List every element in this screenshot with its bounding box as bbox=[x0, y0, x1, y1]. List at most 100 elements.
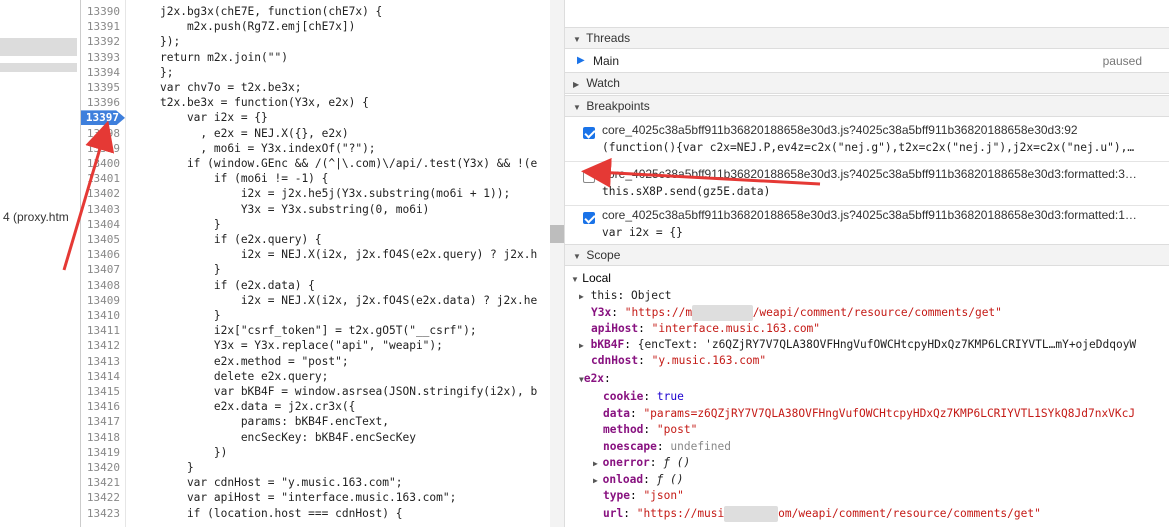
line-number[interactable]: 13404 bbox=[81, 217, 126, 232]
line-number[interactable]: 13409 bbox=[81, 293, 126, 308]
line-number[interactable]: 13421 bbox=[81, 475, 126, 490]
line-number[interactable]: 13407 bbox=[81, 262, 126, 277]
scope-section-header[interactable]: ▼ Scope bbox=[565, 244, 1169, 266]
scope-e2x-prop-type[interactable]: type: "json" bbox=[603, 488, 1163, 504]
line-number[interactable]: 13398 bbox=[81, 126, 126, 141]
line-number[interactable]: 13419 bbox=[81, 445, 126, 460]
code-line[interactable]: params: bKB4F.encText, bbox=[160, 414, 389, 429]
file-list-item-highlight[interactable] bbox=[0, 38, 77, 56]
scope-var-apihost[interactable]: apiHost: "interface.music.163.com" bbox=[591, 321, 820, 337]
line-number[interactable]: 13394 bbox=[81, 65, 126, 80]
code-line[interactable]: if (e2x.data) { bbox=[160, 278, 315, 293]
scope-var-y3x[interactable]: Y3x: "https://mxxxxxxxxx/weapi/comment/r… bbox=[591, 305, 1002, 321]
line-number[interactable]: 13399 bbox=[81, 141, 126, 156]
scope-var-bkb4f[interactable]: ▶ bKB4F: {encText: 'z6QZjRY7V7QLA38OVFHn… bbox=[579, 337, 1169, 353]
line-number[interactable]: 13414 bbox=[81, 369, 126, 384]
code-line[interactable]: }); bbox=[160, 34, 180, 49]
code-line[interactable]: } bbox=[160, 217, 221, 232]
code-line[interactable]: Y3x = Y3x.substring(0, mo6i) bbox=[160, 202, 430, 217]
breakpoint-checkbox[interactable] bbox=[583, 127, 595, 139]
editor-scrollbar[interactable] bbox=[550, 0, 564, 527]
line-number[interactable]: 13418 bbox=[81, 430, 126, 445]
scope-e2x-prop-data[interactable]: data: "params=z6QZjRY7V7QLA38OVFHngVufOW… bbox=[603, 406, 1163, 422]
code-line[interactable]: if (location.host === cdnHost) { bbox=[160, 506, 403, 521]
scope-local-header[interactable]: ▼ Local bbox=[571, 270, 611, 286]
code-line[interactable]: i2x = j2x.he5j(Y3x.substring(mo6i + 1)); bbox=[160, 186, 510, 201]
code-line[interactable]: i2x = NEJ.X(i2x, j2x.fO4S(e2x.query) ? j… bbox=[160, 247, 537, 262]
line-number[interactable]: 13415 bbox=[81, 384, 126, 399]
code-line[interactable]: t2x.be3x = function(Y3x, e2x) { bbox=[160, 95, 369, 110]
breakpoint-item[interactable]: core_4025c38a5bff911b36820188658e30d3.js… bbox=[565, 118, 1169, 162]
code-line[interactable]: } bbox=[160, 262, 221, 277]
breakpoint-checkbox[interactable] bbox=[583, 171, 595, 183]
code-line[interactable]: i2x = NEJ.X(i2x, j2x.fO4S(e2x.data) ? j2… bbox=[160, 293, 537, 308]
file-list-item-highlight[interactable] bbox=[0, 63, 77, 72]
code-line[interactable]: var i2x = {} bbox=[160, 110, 268, 125]
line-number[interactable]: 13422 bbox=[81, 490, 126, 505]
code-line[interactable]: , e2x = NEJ.X({}, e2x) bbox=[160, 126, 348, 141]
code-line[interactable]: }) bbox=[160, 445, 227, 460]
line-number[interactable]: 13411 bbox=[81, 323, 126, 338]
breakpoint-item[interactable]: core_4025c38a5bff911b36820188658e30d3.js… bbox=[565, 162, 1169, 206]
line-number-gutter[interactable]: 13390 13391 13392 13393 13394 13395 13396 13397… bbox=[80, 0, 126, 527]
scope-var-this[interactable]: ▶ this: Object bbox=[579, 288, 671, 304]
line-number[interactable]: 13413 bbox=[81, 354, 126, 369]
scope-e2x-prop-onload[interactable]: ▶ onload: ƒ () bbox=[593, 472, 1153, 488]
code-line[interactable]: if (mo6i != -1) { bbox=[160, 171, 329, 186]
line-number[interactable]: 13402 bbox=[81, 186, 126, 201]
code-line[interactable]: var bKB4F = window.asrsea(JSON.stringify… bbox=[160, 384, 537, 399]
code-line[interactable]: }; bbox=[160, 65, 173, 80]
code-line[interactable]: var cdnHost = "y.music.163.com"; bbox=[160, 475, 403, 490]
line-number[interactable]: 13395 bbox=[81, 80, 126, 95]
line-number[interactable]: 13416 bbox=[81, 399, 126, 414]
breakpoint-location[interactable]: core_4025c38a5bff911b36820188658e30d3.js… bbox=[602, 208, 1167, 222]
line-number[interactable]: 13412 bbox=[81, 338, 126, 353]
code-line[interactable]: Y3x = Y3x.replace("api", "weapi"); bbox=[160, 338, 443, 353]
line-number[interactable]: 13410 bbox=[81, 308, 126, 323]
scope-var-url[interactable]: url: "https://musixxxxxxxxom/weapi/comme… bbox=[603, 506, 1163, 522]
code-line[interactable]: m2x.push(Rg7Z.emj[chE7x]) bbox=[160, 19, 355, 34]
thread-row-main[interactable]: ▶ Main paused bbox=[565, 51, 1169, 71]
code-line[interactable]: , mo6i = Y3x.indexOf("?"); bbox=[160, 141, 375, 156]
line-number[interactable]: 13392 bbox=[81, 34, 126, 49]
watch-section-header[interactable]: ▶ Watch bbox=[565, 72, 1169, 94]
line-number[interactable]: 13390 bbox=[81, 4, 126, 19]
line-number[interactable]: 13403 bbox=[81, 202, 126, 217]
code-editor[interactable]: j2x.bg3x(chE7E, function(chE7x) { m2x.pu… bbox=[126, 0, 550, 527]
line-number[interactable]: 13400 bbox=[81, 156, 126, 171]
code-line[interactable]: encSecKey: bKB4F.encSecKey bbox=[160, 430, 416, 445]
line-number[interactable]: 13408 bbox=[81, 278, 126, 293]
scope-e2x-prop-noescape[interactable]: noescape: undefined bbox=[603, 439, 1163, 455]
breakpoint-item[interactable]: core_4025c38a5bff911b36820188658e30d3.js… bbox=[565, 203, 1169, 247]
scope-var-e2x[interactable]: ▼e2x: bbox=[579, 371, 611, 387]
code-line[interactable]: return m2x.join("") bbox=[160, 50, 288, 65]
line-number[interactable]: 13393 bbox=[81, 50, 126, 65]
line-number[interactable]: 13401 bbox=[81, 171, 126, 186]
line-number[interactable]: 13420 bbox=[81, 460, 126, 475]
code-line[interactable]: e2x.method = "post"; bbox=[160, 354, 349, 369]
scope-e2x-prop-onerror[interactable]: ▶ onerror: ƒ () bbox=[593, 455, 1153, 471]
code-line[interactable]: delete e2x.query; bbox=[160, 369, 329, 384]
code-line[interactable]: var chv7o = t2x.be3x; bbox=[160, 80, 301, 95]
scope-e2x-prop-cookie[interactable]: cookie: true bbox=[603, 389, 1163, 405]
code-line[interactable]: } bbox=[160, 308, 221, 323]
code-line[interactable]: if (window.GEnc && /(^|\.com)\/api/.test… bbox=[160, 156, 537, 171]
code-line[interactable]: i2x["csrf_token"] = t2x.gO5T("__csrf"); bbox=[160, 323, 477, 338]
code-line[interactable]: } bbox=[160, 460, 194, 475]
threads-section-header[interactable]: ▼ Threads bbox=[565, 27, 1169, 49]
code-line[interactable]: j2x.bg3x(chE7E, function(chE7x) { bbox=[160, 4, 382, 19]
line-number[interactable]: 13406 bbox=[81, 247, 126, 262]
line-number[interactable]: 13391 bbox=[81, 19, 126, 34]
breakpoints-section-header[interactable]: ▼ Breakpoints bbox=[565, 95, 1169, 117]
line-number[interactable]: 13405 bbox=[81, 232, 126, 247]
code-line[interactable]: var apiHost = "interface.music.163.com"; bbox=[160, 490, 456, 505]
scope-var-cdnhost[interactable]: cdnHost: "y.music.163.com" bbox=[591, 353, 766, 369]
line-number[interactable]: 13417 bbox=[81, 414, 126, 429]
line-number[interactable]: 13396 bbox=[81, 95, 126, 110]
breakpoint-location[interactable]: core_4025c38a5bff911b36820188658e30d3.js… bbox=[602, 167, 1167, 181]
breakpoint-checkbox[interactable] bbox=[583, 212, 595, 224]
file-tab-label[interactable]: 4 (proxy.htm bbox=[3, 210, 81, 224]
code-line[interactable]: e2x.data = j2x.cr3x({ bbox=[160, 399, 355, 414]
code-line[interactable]: if (e2x.query) { bbox=[160, 232, 322, 247]
active-breakpoint-line-number[interactable]: 13397 bbox=[81, 110, 125, 126]
